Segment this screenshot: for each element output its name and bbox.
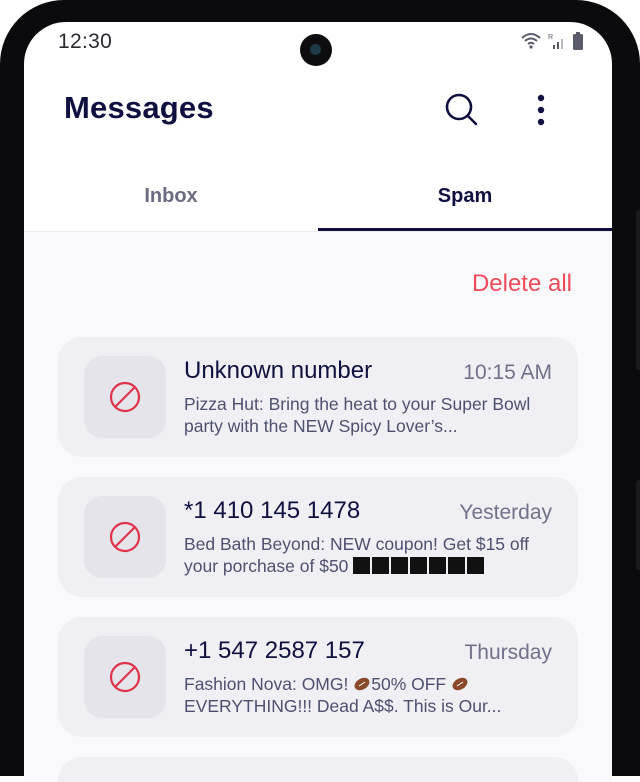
blocked-icon xyxy=(109,521,141,553)
page-title: Messages xyxy=(64,90,214,125)
battery-icon xyxy=(572,32,584,50)
search-button[interactable] xyxy=(442,90,482,130)
redacted-block xyxy=(391,557,409,574)
football-icon xyxy=(452,677,468,691)
message-preview-part: EVERYTHING!!! Dead A$$. This is Our... xyxy=(184,696,502,716)
message-preview: Pizza Hut: Bring the heat to your Super … xyxy=(184,394,531,436)
status-icons: R xyxy=(520,32,584,50)
more-vertical-icon xyxy=(537,94,545,126)
tab-spam[interactable]: Spam xyxy=(318,162,612,230)
message-preview-part: Fashion Nova: OMG! xyxy=(184,674,354,694)
svg-text:R: R xyxy=(548,34,553,41)
message-time: 10:15 AM xyxy=(463,361,552,384)
wifi-icon xyxy=(520,32,542,50)
avatar xyxy=(84,496,166,578)
redacted-block xyxy=(372,557,390,574)
football-icon xyxy=(354,677,370,691)
more-options-button[interactable] xyxy=(526,90,556,130)
list-item[interactable]: +1 547 2587 157 Thursday Fashion Nova: O… xyxy=(58,617,578,737)
tab-inbox[interactable]: Inbox xyxy=(24,162,318,230)
app-header: Messages xyxy=(24,82,612,152)
screen: 12:30 R Messages Inbox Spam Delete all U… xyxy=(24,22,612,782)
volume-button xyxy=(636,210,640,370)
search-icon xyxy=(445,93,478,126)
redacted-blocks xyxy=(353,557,485,574)
list-item[interactable]: *1 410 145 1478 Yesterday Bed Bath Beyon… xyxy=(58,477,578,597)
power-button xyxy=(636,480,640,570)
message-time: Yesterday xyxy=(459,501,552,524)
signal-icon: R xyxy=(548,32,566,50)
redacted-block xyxy=(429,557,447,574)
message-time: Thursday xyxy=(464,641,552,664)
redacted-block xyxy=(467,557,485,574)
redacted-block xyxy=(353,557,371,574)
message-sender: Unknown number xyxy=(184,357,373,384)
avatar xyxy=(84,356,166,438)
list-item[interactable]: Unknown number 10:15 AM Pizza Hut: Bring… xyxy=(58,337,578,457)
status-time: 12:30 xyxy=(58,30,113,53)
spam-list: Delete all Unknown number 10:15 AM Pizza… xyxy=(24,232,612,782)
blocked-icon xyxy=(109,661,141,693)
list-item[interactable] xyxy=(58,757,578,782)
status-bar: 12:30 R xyxy=(24,22,612,68)
message-sender: +1 547 2587 157 xyxy=(184,637,365,664)
message-sender: *1 410 145 1478 xyxy=(184,497,361,524)
phone-frame: 12:30 R Messages Inbox Spam Delete all U… xyxy=(0,0,640,782)
message-preview-part: 50% OFF xyxy=(371,674,451,694)
front-camera xyxy=(300,34,332,66)
delete-all-button[interactable]: Delete all xyxy=(472,270,572,298)
redacted-block xyxy=(410,557,428,574)
message-preview: Bed Bath Beyond: NEW coupon! Get $15 off… xyxy=(184,533,554,577)
blocked-icon xyxy=(109,381,141,413)
redacted-block xyxy=(448,557,466,574)
avatar xyxy=(84,636,166,718)
message-preview: Fashion Nova: OMG! 50% OFF EVERYTHING!!!… xyxy=(184,673,554,717)
